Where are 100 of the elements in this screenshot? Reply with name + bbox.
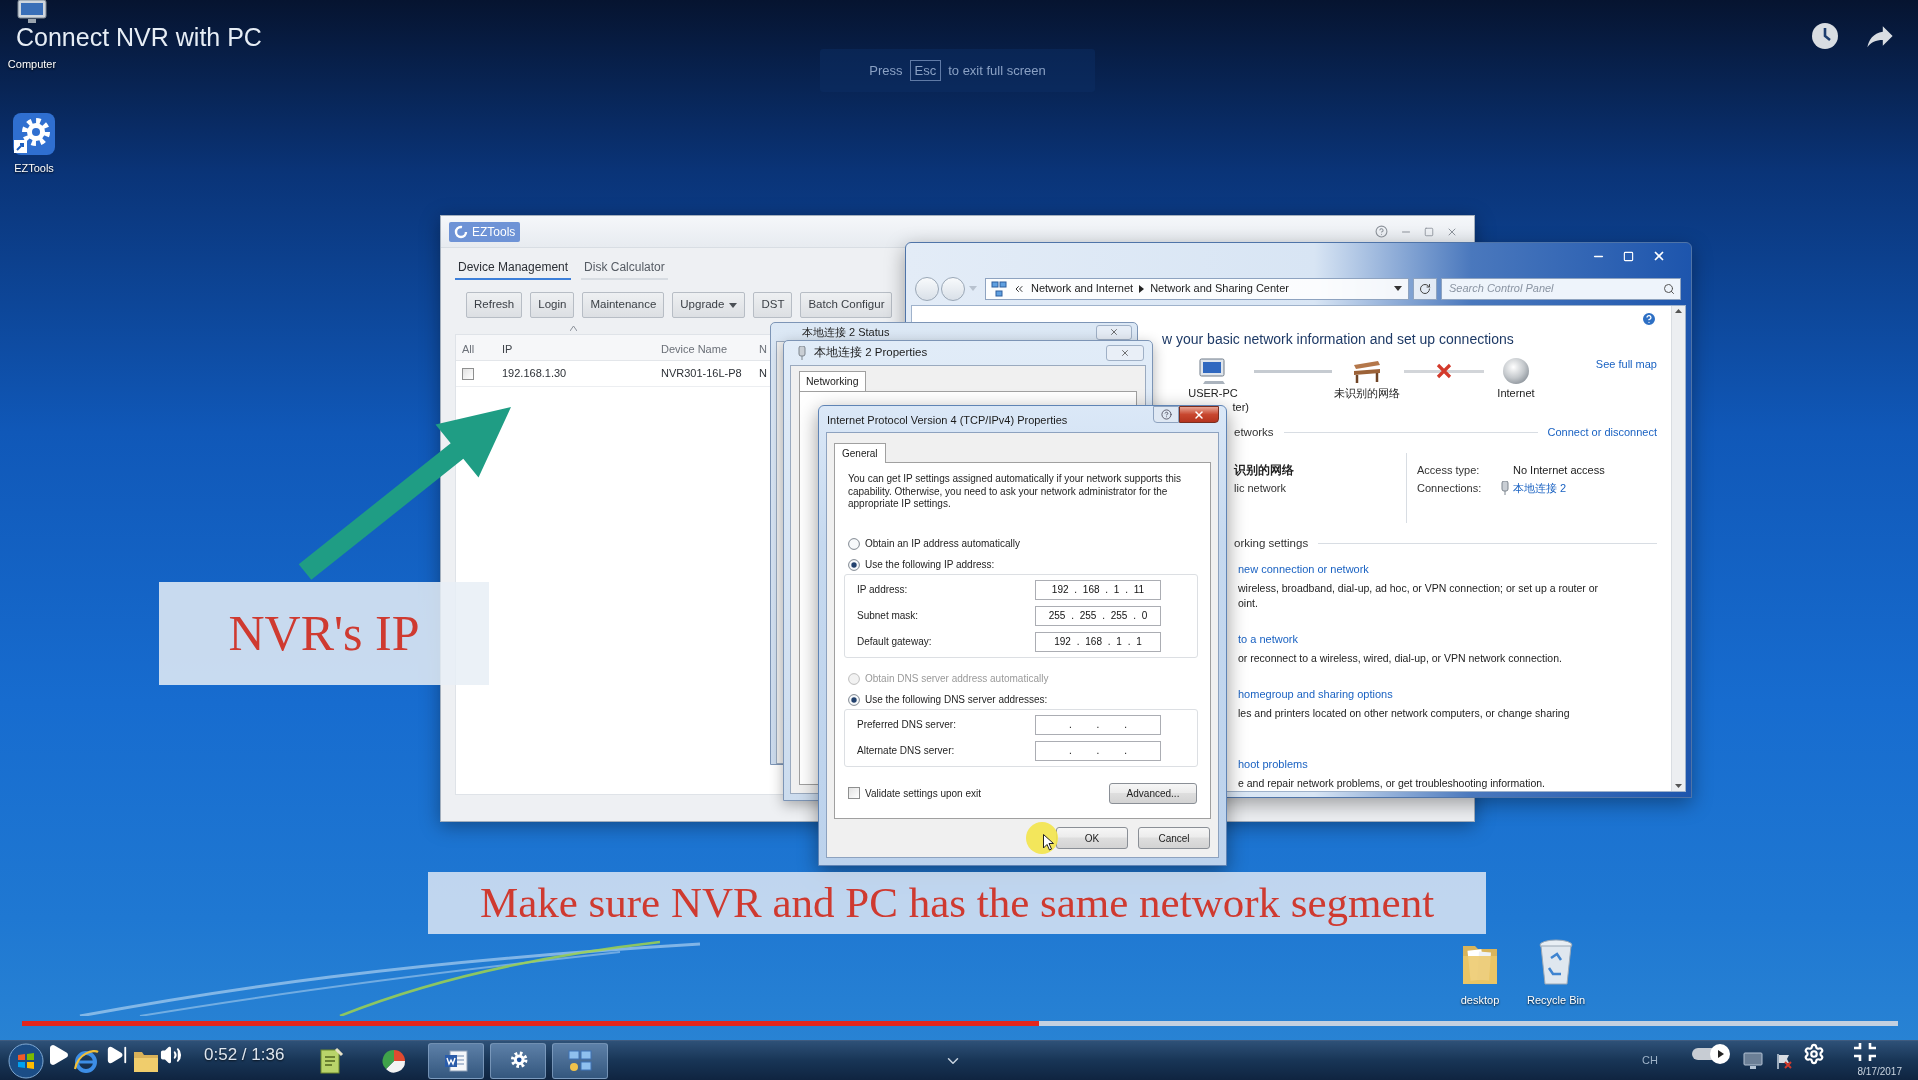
exit-fullscreen-icon[interactable]	[1853, 1042, 1877, 1062]
see-full-map-link[interactable]: See full map	[1595, 355, 1657, 372]
toolbar-button[interactable]: Batch Configur	[800, 292, 893, 318]
field-label: Alternate DNS server:	[857, 744, 956, 758]
dialog-description: You can get IP settings assigned automatically if your network supports this capability. Otherwise, you need to ask your network administrator for the appropriate IP settings.	[848, 473, 1182, 511]
desktop-icon-label[interactable]: Computer	[7, 58, 57, 71]
help-icon[interactable]	[1375, 225, 1388, 238]
advanced-button[interactable]: Advanced...	[1109, 782, 1197, 804]
tray-date[interactable]: 8/17/2017	[1857, 1064, 1902, 1079]
toolbar-button[interactable]: Upgrade	[672, 292, 746, 318]
hint-text: to exit full screen	[948, 61, 1046, 80]
taskbar-button[interactable]	[428, 1042, 484, 1079]
desktop-icon-label[interactable]: Recycle Bin	[1526, 994, 1586, 1007]
start-orb-icon[interactable]	[8, 1042, 44, 1079]
taskbar-button[interactable]	[552, 1042, 608, 1079]
field-label: Subnet mask:	[857, 609, 920, 623]
task-description: wireless, broadband, dial-up, ad hoc, or VPN connection; or set up a router or	[1238, 581, 1599, 596]
tab[interactable]: Disk Calculator	[581, 260, 668, 280]
close-icon[interactable]	[1652, 249, 1666, 263]
ip-address-field[interactable]: 192 . 168 . 1 . 1	[1035, 631, 1161, 652]
esc-key: Esc	[909, 60, 942, 81]
search-placeholder: Search Control Panel	[1449, 281, 1554, 297]
hint-text: Press	[869, 61, 903, 80]
close-button[interactable]	[1179, 406, 1219, 423]
refresh-button[interactable]	[1413, 277, 1437, 300]
toolbar-button[interactable]: Login	[530, 292, 575, 318]
share-icon[interactable]	[1866, 24, 1894, 48]
network-status-icon[interactable]	[1741, 1050, 1766, 1071]
checkbox[interactable]	[848, 787, 860, 799]
video-title: Connect NVR with PC	[16, 23, 262, 51]
ip-address-field[interactable]: . . .	[1035, 740, 1161, 761]
breadcrumb-arrow-icon[interactable]	[1139, 284, 1145, 293]
address-bar[interactable]: Network and Internet Network and Sharing Center	[985, 277, 1409, 300]
connect-link[interactable]: Connect or disconnect	[1547, 423, 1657, 441]
radio-button[interactable]	[848, 693, 860, 706]
ip-address-field[interactable]: 255 . 255 . 255 . 0	[1035, 605, 1161, 626]
scroll-up-icon[interactable]	[1675, 308, 1682, 313]
radio-label[interactable]: Use the following DNS server addresses:	[865, 692, 1048, 707]
dialog-title: Internet Protocol Version 4 (TCP/IPv4) Properties	[826, 413, 1068, 428]
taskbar-button[interactable]	[490, 1042, 546, 1079]
desktop-icon-label[interactable]: EZTools	[14, 162, 54, 175]
radio-label[interactable]: Use the following IP address:	[865, 557, 995, 572]
ip-address-field[interactable]: 192 . 168 . 1 . 11	[1035, 579, 1161, 600]
caret-icon[interactable]	[1394, 286, 1402, 292]
column-header[interactable]: N	[759, 342, 767, 355]
detail-label: Access type:	[1417, 462, 1481, 478]
mouse-pointer-icon	[1043, 834, 1054, 851]
toolbar-button[interactable]: Maintenance	[582, 292, 665, 318]
breadcrumb-item[interactable]: Network and Internet	[1031, 280, 1134, 297]
recycle-bin-icon	[1537, 938, 1575, 988]
radio-label[interactable]: Obtain an IP address automatically	[865, 536, 1020, 551]
table-cell-text: 192.168.1.30	[502, 366, 567, 382]
toolbar-button[interactable]: Refresh	[466, 292, 523, 318]
connection-link[interactable]: 本地连接 2	[1513, 479, 1567, 496]
radio-button[interactable]	[848, 537, 860, 550]
column-header[interactable]: Device Name	[661, 342, 728, 355]
notepad-icon[interactable]	[318, 1046, 344, 1075]
search-icon[interactable]	[1663, 282, 1675, 295]
toggle-thumb-icon	[1710, 1044, 1730, 1064]
settings-icon[interactable]	[1803, 1043, 1825, 1065]
tab[interactable]: Device Management	[455, 260, 572, 280]
map-node-label[interactable]: Internet	[1497, 385, 1535, 400]
toolbar-button[interactable]: DST	[753, 292, 793, 318]
progress-track[interactable]	[22, 1021, 1898, 1026]
checkbox[interactable]	[462, 367, 474, 380]
scroll-down-icon[interactable]	[1675, 784, 1682, 788]
tab[interactable]: Networking	[799, 371, 866, 391]
watch-later-icon[interactable]	[1811, 22, 1839, 50]
help-button[interactable]	[1153, 406, 1179, 423]
dialog-title: 本地连接 2 Properties	[814, 345, 928, 361]
task-link[interactable]: to a network	[1238, 632, 1298, 646]
task-link[interactable]: hoot problems	[1238, 757, 1308, 771]
column-header[interactable]: All	[462, 342, 475, 355]
tab[interactable]: General	[834, 443, 886, 463]
field-value: . . .	[1069, 744, 1127, 758]
checkbox-label[interactable]: Validate settings upon exit	[865, 785, 981, 801]
skip-next-icon[interactable]	[106, 1044, 128, 1066]
field-value: 255 . 255 . 255 . 0	[1048, 609, 1148, 623]
caption-banner: Make sure NVR and PC has the same network segment	[428, 872, 1486, 934]
task-description: e and repair network problems, or get troubleshooting information.	[1238, 776, 1545, 791]
autoplay-toggle[interactable]	[1690, 1044, 1730, 1064]
map-node-label[interactable]: 未识别的网络	[1334, 385, 1400, 400]
detail-label: Connections:	[1417, 480, 1483, 496]
desktop-icon-label[interactable]: desktop	[1460, 994, 1500, 1007]
dialog-button[interactable]: Cancel	[1138, 827, 1210, 849]
dialog-button[interactable]: OK	[1056, 827, 1128, 849]
volume-icon[interactable]	[160, 1044, 182, 1066]
task-link[interactable]: homegroup and sharing options	[1238, 687, 1393, 701]
field-label: Default gateway:	[857, 635, 933, 649]
ip-address-field[interactable]: . . .	[1035, 714, 1161, 735]
breadcrumb-item[interactable]: Network and Sharing Center	[1150, 280, 1289, 297]
map-node-label[interactable]: USER-PC	[1188, 385, 1238, 400]
dialog-title: 本地连接 2 Status	[801, 325, 890, 340]
radio-button[interactable]	[848, 558, 860, 571]
column-header[interactable]: IP	[502, 342, 513, 355]
scrollbar[interactable]	[1671, 305, 1685, 791]
field-value: 192 . 168 . 1 . 11	[1051, 583, 1145, 597]
language-indicator[interactable]: CH	[1642, 1052, 1658, 1069]
flag-icon[interactable]	[1775, 1051, 1792, 1070]
task-link[interactable]: new connection or network	[1238, 562, 1369, 576]
